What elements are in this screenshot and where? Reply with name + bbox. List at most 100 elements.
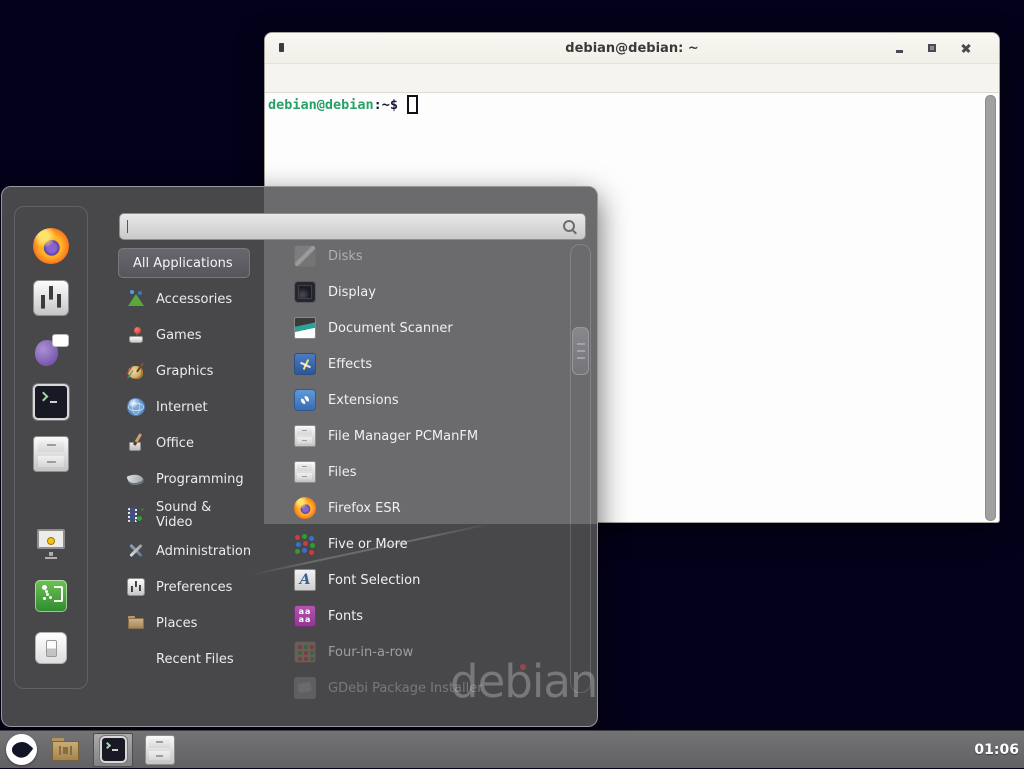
application-item[interactable]: Five or More — [284, 526, 572, 562]
games-icon — [127, 326, 145, 344]
taskbar-item[interactable] — [93, 733, 133, 767]
menu-scrollbar-track[interactable] — [570, 244, 591, 693]
menubar-item[interactable] — [287, 74, 303, 82]
search-icon — [562, 219, 577, 234]
application-label: Display — [328, 285, 376, 300]
category-list: All Applications Accessories Games Graph… — [118, 245, 250, 677]
favorites-list — [14, 228, 88, 472]
preferences-icon — [127, 578, 145, 596]
minimize-button[interactable] — [896, 50, 903, 53]
category-label: Programming — [156, 472, 244, 487]
application-item[interactable]: Effects — [284, 346, 572, 382]
favorite-launcher[interactable] — [33, 384, 69, 420]
application-menu: debian — [1, 186, 598, 727]
menubar-item[interactable] — [319, 74, 335, 82]
application-label: Extensions — [328, 393, 399, 408]
gdebi-icon — [294, 677, 316, 699]
category-item[interactable]: Accessories — [118, 281, 250, 317]
places-icon — [127, 614, 145, 632]
application-label: Disks — [328, 249, 363, 264]
application-label: Four-in-a-row — [328, 645, 413, 660]
category-item[interactable]: Recent Files — [118, 641, 250, 677]
application-item[interactable]: Firefox ESR — [284, 490, 572, 526]
application-item[interactable]: Display — [284, 274, 572, 310]
application-label: Fonts — [328, 609, 363, 624]
category-item[interactable]: Places — [118, 605, 250, 641]
application-item[interactable]: Disks — [284, 238, 572, 274]
application-item[interactable]: File Manager PCManFM — [284, 418, 572, 454]
disks-icon — [294, 245, 316, 267]
search-box[interactable] — [119, 213, 586, 240]
application-item[interactable]: Font Selection — [284, 562, 572, 598]
application-label: GDebi Package Installer — [328, 681, 483, 696]
category-label: Games — [156, 328, 201, 343]
clock[interactable]: 01:06 — [974, 742, 1019, 758]
application-label: Files — [328, 465, 357, 480]
quit-icon — [35, 632, 67, 664]
fontsel-icon — [294, 569, 316, 591]
graphics-icon — [127, 362, 145, 380]
category-label: Internet — [156, 400, 208, 415]
pidgin-icon — [33, 332, 69, 368]
category-item[interactable]: Office — [118, 425, 250, 461]
accessories-icon — [127, 290, 145, 308]
session-button[interactable] — [33, 578, 69, 614]
session-buttons — [14, 526, 88, 666]
category-item[interactable]: Graphics — [118, 353, 250, 389]
category-label: Graphics — [156, 364, 213, 379]
application-label: File Manager PCManFM — [328, 429, 478, 444]
admin-icon — [127, 542, 145, 560]
application-item[interactable]: Document Scanner — [284, 310, 572, 346]
application-label: Firefox ESR — [328, 501, 401, 516]
category-item[interactable]: Administration — [118, 533, 250, 569]
taskbar-item[interactable] — [48, 733, 84, 767]
category-item[interactable]: Games — [118, 317, 250, 353]
session-button[interactable] — [33, 526, 69, 562]
close-button[interactable] — [961, 43, 971, 53]
favorite-launcher[interactable] — [33, 436, 69, 472]
maximize-button[interactable] — [928, 44, 936, 52]
category-item[interactable]: Internet — [118, 389, 250, 425]
terminal-cursor — [407, 95, 418, 114]
category-item[interactable]: Programming — [118, 461, 250, 497]
titlebar[interactable]: debian@debian: ~ — [265, 33, 999, 64]
tray-icons — [924, 742, 967, 758]
cabinet-icon — [33, 436, 69, 472]
application-item[interactable]: Extensions — [284, 382, 572, 418]
application-item[interactable]: Fonts — [284, 598, 572, 634]
menubar-item[interactable] — [303, 74, 319, 82]
application-list: Disks Display Document Scanner Effects E… — [284, 238, 572, 706]
favorite-launcher[interactable] — [33, 332, 69, 368]
taskbar-item[interactable] — [142, 733, 178, 767]
effects-icon — [294, 353, 316, 375]
firefox-icon — [33, 228, 69, 264]
fiveormore-icon — [294, 533, 316, 555]
application-item[interactable]: Four-in-a-row — [284, 634, 572, 670]
search-input[interactable] — [128, 214, 562, 239]
menubar-item[interactable] — [351, 74, 367, 82]
menu-scrollbar-thumb[interactable] — [572, 327, 589, 375]
menubar-item[interactable] — [271, 74, 287, 82]
session-button[interactable] — [33, 630, 69, 666]
prompt-line: debian@debian:~$ — [265, 93, 999, 115]
terminal-scrollbar[interactable] — [985, 95, 996, 521]
application-item[interactable]: Files — [284, 454, 572, 490]
window-icon — [279, 43, 284, 52]
favorite-launcher[interactable] — [33, 228, 69, 264]
menubar-item[interactable] — [335, 74, 351, 82]
category-label: Recent Files — [156, 652, 234, 667]
taskbar-item[interactable] — [3, 733, 39, 767]
cabinet-icon — [145, 735, 175, 765]
taskbar-launchers — [0, 731, 178, 768]
category-item[interactable]: All Applications — [118, 248, 250, 278]
favorite-launcher[interactable] — [33, 280, 69, 316]
category-item[interactable]: Preferences — [118, 569, 250, 605]
category-label: Accessories — [156, 292, 232, 307]
category-label: Preferences — [156, 580, 232, 595]
folder-d-icon — [51, 735, 81, 765]
application-item[interactable]: GDebi Package Installer — [284, 670, 572, 706]
category-item[interactable]: Sound & Video — [118, 497, 250, 533]
menu-logo-icon — [6, 734, 37, 765]
window-controls — [896, 33, 971, 63]
category-label: Office — [156, 436, 194, 451]
